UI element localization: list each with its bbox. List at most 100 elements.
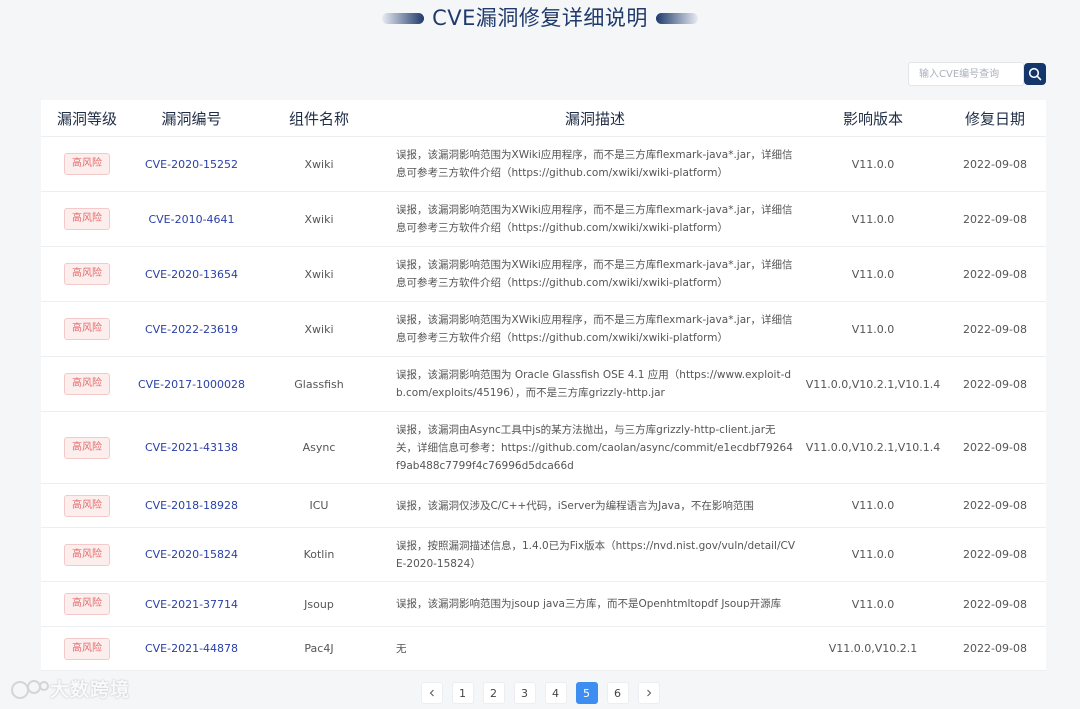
cve-id-link[interactable]: CVE-2020-15252 [145,158,238,171]
cve-table: 漏洞等级 漏洞编号 组件名称 漏洞描述 影响版本 修复日期 高风险 CVE-202… [41,100,1046,671]
description-cell: 误报，该漏洞影响范围为XWiki应用程序，而不是三方库flexmark-java… [388,256,802,292]
component-name: Xwiki [304,157,334,171]
cve-cell: CVE-2010-4641 [133,213,250,226]
risk-badge: 高风险 [64,208,110,230]
cve-cell: CVE-2020-15252 [133,158,250,171]
component-name: ICU [309,499,329,512]
cve-cell: CVE-2017-1000028 [133,378,250,391]
column-header-date: 修复日期 [964,109,1025,128]
risk-badge: 高风险 [64,637,110,660]
cve-cell: CVE-2021-44878 [133,642,250,655]
vulnerability-description: 误报，该漏洞由Async工具中js的某方法抛出，与三方库grizzly-http… [396,423,793,472]
description-cell: 误报，该漏洞影响范围为jsoup java三方库，而不是Openhtmltopd… [388,595,802,613]
cve-id-link[interactable]: CVE-2022-23619 [145,323,238,336]
column-header-description: 漏洞描述 [564,109,625,128]
level-cell: 高风险 [41,318,133,340]
next-page-button[interactable] [637,682,660,704]
level-cell: 高风险 [41,543,133,566]
fix-date: 2022-09-08 [963,157,1027,171]
cve-id-link[interactable]: CVE-2020-13654 [145,268,238,281]
table-row: 高风险 CVE-2020-13654 Xwiki 误报，该漏洞影响范围为XWiki应用… [41,247,1046,302]
description-cell: 误报，该漏洞影响范围为XWiki应用程序，而不是三方库flexmark-java… [388,201,802,237]
level-cell: 高风险 [41,637,133,660]
title-decoration-left [382,12,425,24]
risk-badge: 高风险 [64,543,110,566]
fix-date: 2022-09-08 [963,212,1027,226]
search-input[interactable] [908,62,1024,86]
risk-badge: 高风险 [64,318,110,340]
vulnerability-description: 误报，该漏洞影响范围为jsoup java三方库，而不是Openhtmltopd… [396,598,782,610]
page-header: CVE漏洞修复详细说明 [0,4,1080,32]
search-box [908,62,1046,86]
affected-version: V11.0.0,V10.2.1,V10.1.4 [805,377,941,391]
affected-version: V11.0.0 [851,267,895,281]
level-cell: 高风险 [41,373,133,395]
component-name: Async [302,441,336,454]
page-button-3[interactable]: 3 [513,682,536,704]
cve-cell: CVE-2021-43138 [133,441,250,454]
description-cell: 误报，按照漏洞描述信息，1.4.0已为Fix版本（https://nvd.nis… [388,537,802,573]
cve-cell: CVE-2022-23619 [133,323,250,336]
cve-id-link[interactable]: CVE-2020-15824 [145,548,238,561]
component-name: Xwiki [304,322,334,336]
risk-badge: 高风险 [64,373,110,395]
cve-id-link[interactable]: CVE-2021-44878 [145,642,238,655]
page-button-4[interactable]: 4 [544,682,567,704]
page-button-2[interactable]: 2 [482,682,505,704]
fix-date: 2022-09-08 [963,441,1027,454]
affected-version: V11.0.0 [851,322,895,336]
vulnerability-description: 误报，该漏洞仅涉及C/C++代码，iServer为编程语言为Java，不在影响范… [396,499,754,512]
component-name: Jsoup [304,597,334,611]
cve-id-link[interactable]: CVE-2018-18928 [145,499,238,512]
page-button-5[interactable]: 5 [575,682,598,704]
chevron-left-icon [429,689,434,697]
table-row: 高风险 CVE-2010-4641 Xwiki 误报，该漏洞影响范围为XWiki应用程… [41,192,1046,247]
table-row: 高风险 CVE-2021-37714 Jsoup 误报，该漏洞影响范围为jsoup j… [41,582,1046,627]
page-title: CVE漏洞修复详细说明 [432,6,648,30]
table-row: 高风险 CVE-2020-15824 Kotlin 误报，按照漏洞描述信息，1.4.0… [41,528,1046,582]
cve-id-link[interactable]: CVE-2010-4641 [148,213,234,226]
fix-date: 2022-09-08 [963,597,1027,611]
cve-id-link[interactable]: CVE-2021-43138 [145,441,238,454]
affected-version: V11.0.0 [851,548,895,561]
vulnerability-description: 误报，按照漏洞描述信息，1.4.0已为Fix版本（https://nvd.nis… [396,539,796,570]
table-header: 漏洞等级 漏洞编号 组件名称 漏洞描述 影响版本 修复日期 [41,100,1046,137]
level-cell: 高风险 [41,208,133,230]
affected-version: V11.0.0 [851,212,895,226]
fix-date: 2022-09-08 [963,548,1027,561]
cve-cell: CVE-2020-15824 [133,548,250,561]
risk-badge: 高风险 [64,153,110,175]
table-row: 高风险 CVE-2021-44878 Pac4J 无 V11.0.0,V10.2.1 20… [41,627,1046,671]
search-button[interactable] [1024,63,1046,85]
column-header-version: 影响版本 [842,109,903,128]
affected-version: V11.0.0 [851,499,895,512]
vulnerability-description: 无 [396,642,407,655]
vulnerability-description: 误报，该漏洞影响范围为XWiki应用程序，而不是三方库flexmark-java… [396,259,793,289]
component-name: Glassfish [294,377,344,391]
affected-version: V11.0.0 [851,157,895,171]
table-row: 高风险 CVE-2022-23619 Xwiki 误报，该漏洞影响范围为XWiki应用… [41,302,1046,357]
table-row: 高风险 CVE-2021-43138 Async 误报，该漏洞由Async工具中js的… [41,412,1046,484]
risk-badge: 高风险 [64,436,110,459]
page-list: 123456 [447,682,633,704]
watermark-text: 大数跨境 [50,679,131,701]
pagination: 123456 [0,682,1080,704]
vulnerability-description: 误报，该漏洞影响范围为 Oracle Glassfish OSE 4.1 应用（… [396,369,792,399]
cve-cell: CVE-2018-18928 [133,499,250,512]
page-button-1[interactable]: 1 [451,682,474,704]
level-cell: 高风险 [41,494,133,517]
cve-id-link[interactable]: CVE-2021-37714 [145,598,238,611]
cve-id-link[interactable]: CVE-2017-1000028 [138,378,245,391]
fix-date: 2022-09-08 [963,642,1027,655]
watermark-logo-icon [11,679,49,699]
cve-cell: CVE-2021-37714 [133,598,250,611]
component-name: Xwiki [304,212,334,226]
risk-badge: 高风险 [64,593,110,615]
affected-version: V11.0.0 [851,597,895,611]
component-name: Pac4J [304,642,334,655]
watermark: 大数跨境 [10,675,130,702]
component-name: Kotlin [303,548,335,561]
level-cell: 高风险 [41,593,133,615]
page-button-6[interactable]: 6 [606,682,629,704]
prev-page-button[interactable] [420,682,443,704]
